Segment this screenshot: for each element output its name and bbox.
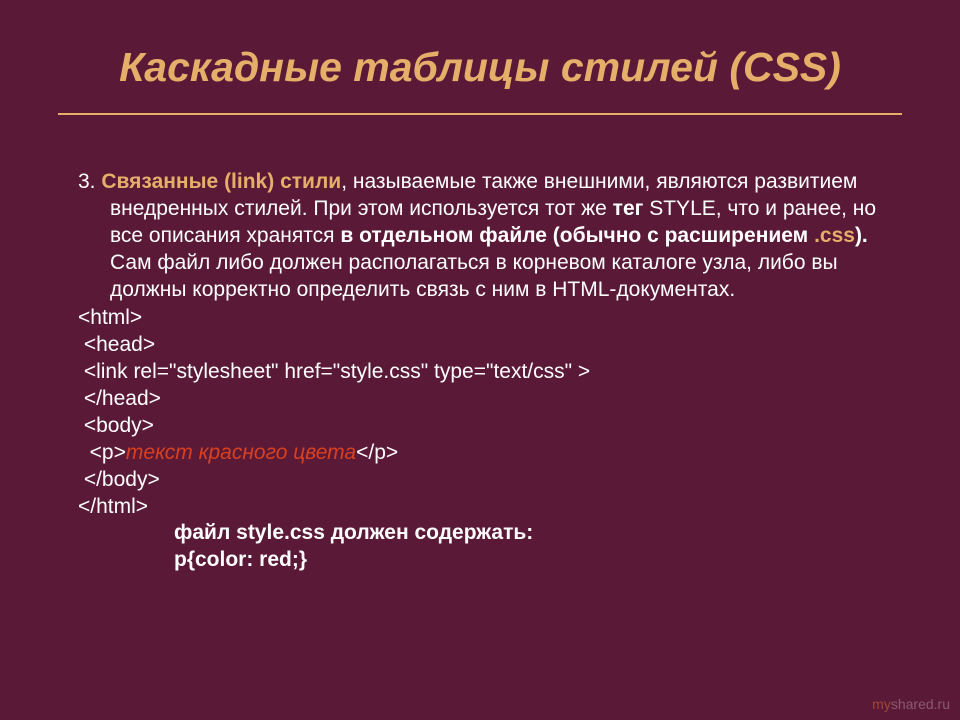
list-number: 3.: [78, 170, 96, 193]
footer-line: файл style.css должен содержать:: [174, 520, 892, 547]
paragraph: 3. Связанные (link) стили, называемые та…: [110, 169, 892, 303]
code-line: </body>: [78, 467, 892, 494]
text: Сам файл либо должен располагаться в кор…: [110, 251, 838, 301]
code-text: <p>: [78, 441, 126, 464]
footer-line: p{color: red;}: [174, 547, 892, 574]
code-text: </p>: [356, 441, 398, 464]
watermark: myshared.ru: [872, 696, 950, 712]
bold-text: в отдельном файле (обычно с расширением: [340, 224, 814, 247]
slide-content: 3. Связанные (link) стили, называемые та…: [58, 169, 902, 574]
watermark-domain: shared.ru: [891, 696, 950, 712]
slide-title: Каскадные таблицы стилей (CSS): [58, 44, 902, 115]
slide: Каскадные таблицы стилей (CSS) 3. Связан…: [0, 0, 960, 720]
bold-text: тег: [613, 197, 644, 220]
lead-term: Связанные (link) стили: [101, 170, 341, 193]
footer-note: файл style.css должен содержать: p{color…: [174, 520, 892, 574]
code-line: <p>текст красного цвета</p>: [78, 440, 892, 467]
code-line: </html>: [78, 494, 892, 521]
code-line: <body>: [78, 413, 892, 440]
code-example: <html> <head> <link rel="stylesheet" hre…: [78, 305, 892, 520]
code-line: </head>: [78, 386, 892, 413]
code-line: <link rel="stylesheet" href="style.css" …: [78, 359, 892, 386]
watermark-prefix: my: [872, 696, 891, 712]
red-text: текст красного цвета: [126, 441, 356, 464]
code-line: <head>: [78, 332, 892, 359]
code-line: <html>: [78, 305, 892, 332]
bold-text: ).: [855, 224, 868, 247]
ext-css: .css: [814, 224, 855, 247]
